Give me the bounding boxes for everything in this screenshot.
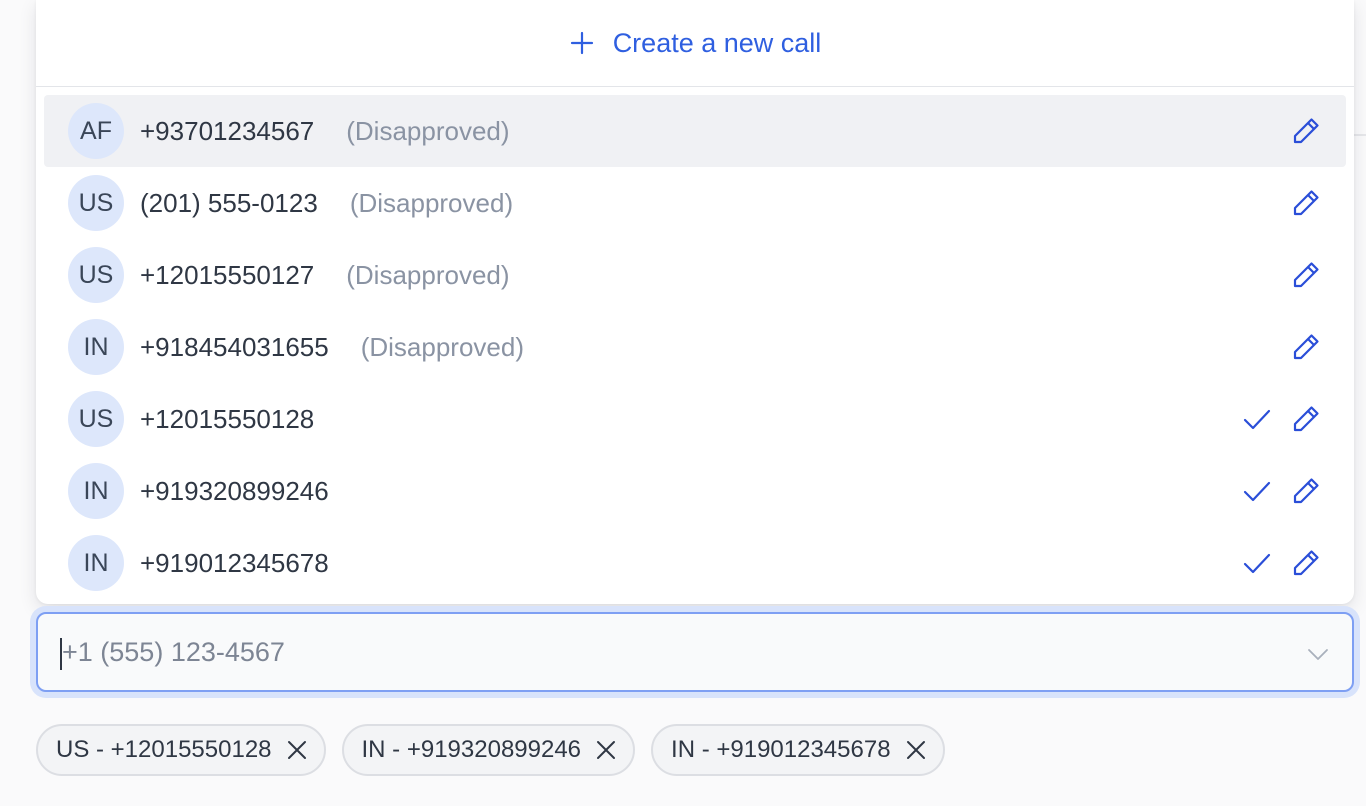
edit-icon[interactable] — [1290, 475, 1322, 507]
country-avatar: AF — [68, 103, 124, 159]
country-avatar: US — [68, 175, 124, 231]
create-new-call-label: Create a new call — [612, 27, 822, 58]
chip-label: US - +12015550128 — [56, 736, 272, 763]
phone-number-dropdown: Create a new call AF +93701234567 (Disap… — [36, 0, 1354, 604]
plus-icon — [569, 30, 595, 56]
option-status: (Disapproved) — [346, 115, 510, 146]
option-phone: +93701234567 — [140, 115, 315, 146]
selected-numbers: US - +12015550128 IN - +919320899246 IN … — [36, 724, 961, 776]
selected-chip: IN - +919012345678 — [651, 724, 945, 776]
close-icon[interactable] — [905, 739, 927, 761]
option-item[interactable]: AF +93701234567 (Disapproved) — [44, 95, 1346, 167]
option-phone: +918454031655 — [140, 331, 329, 362]
country-avatar: US — [68, 247, 124, 303]
close-icon[interactable] — [286, 739, 308, 761]
option-item[interactable]: IN +919320899246 — [44, 455, 1346, 527]
selected-chip: IN - +919320899246 — [341, 724, 636, 776]
option-item[interactable]: US (201) 555-0123 (Disapproved) — [44, 167, 1346, 239]
option-status: (Disapproved) — [360, 331, 524, 362]
selected-chip: US - +12015550128 — [36, 724, 326, 776]
check-icon — [1242, 404, 1272, 434]
option-status: (Disapproved) — [346, 259, 510, 290]
chip-label: IN - +919320899246 — [361, 736, 582, 763]
country-avatar: IN — [68, 535, 124, 591]
edit-icon[interactable] — [1290, 331, 1322, 363]
option-phone: (201) 555-0123 — [140, 187, 318, 218]
country-avatar: IN — [68, 463, 124, 519]
edit-icon[interactable] — [1290, 187, 1322, 219]
option-item[interactable]: US +12015550128 — [44, 383, 1346, 455]
option-item[interactable]: US +12015550127 (Disapproved) — [44, 239, 1346, 311]
option-item[interactable]: IN +919012345678 — [44, 527, 1346, 599]
chevron-down-icon[interactable] — [1306, 642, 1330, 666]
edit-icon[interactable] — [1290, 403, 1322, 435]
check-icon — [1242, 476, 1272, 506]
option-phone: +919012345678 — [140, 547, 329, 578]
option-phone: +12015550128 — [140, 403, 315, 434]
option-phone: +12015550127 — [140, 259, 315, 290]
chip-label: IN - +919012345678 — [671, 736, 891, 763]
create-new-call-button[interactable]: Create a new call — [36, 0, 1354, 87]
option-status: (Disapproved) — [349, 187, 514, 218]
background-divider — [1354, 134, 1366, 136]
phone-number-select[interactable] — [36, 612, 1354, 692]
page: Create a new call AF +93701234567 (Disap… — [0, 0, 1366, 806]
country-avatar: US — [68, 391, 124, 447]
edit-icon[interactable] — [1290, 547, 1322, 579]
option-phone: +919320899246 — [140, 475, 329, 506]
option-item[interactable]: IN +918454031655 (Disapproved) — [44, 311, 1346, 383]
country-avatar: IN — [68, 319, 124, 375]
phone-number-input[interactable] — [60, 635, 1264, 669]
edit-icon[interactable] — [1290, 115, 1322, 147]
close-icon[interactable] — [595, 739, 617, 761]
check-icon — [1242, 548, 1272, 578]
edit-icon[interactable] — [1290, 259, 1322, 291]
text-cursor — [60, 638, 62, 670]
